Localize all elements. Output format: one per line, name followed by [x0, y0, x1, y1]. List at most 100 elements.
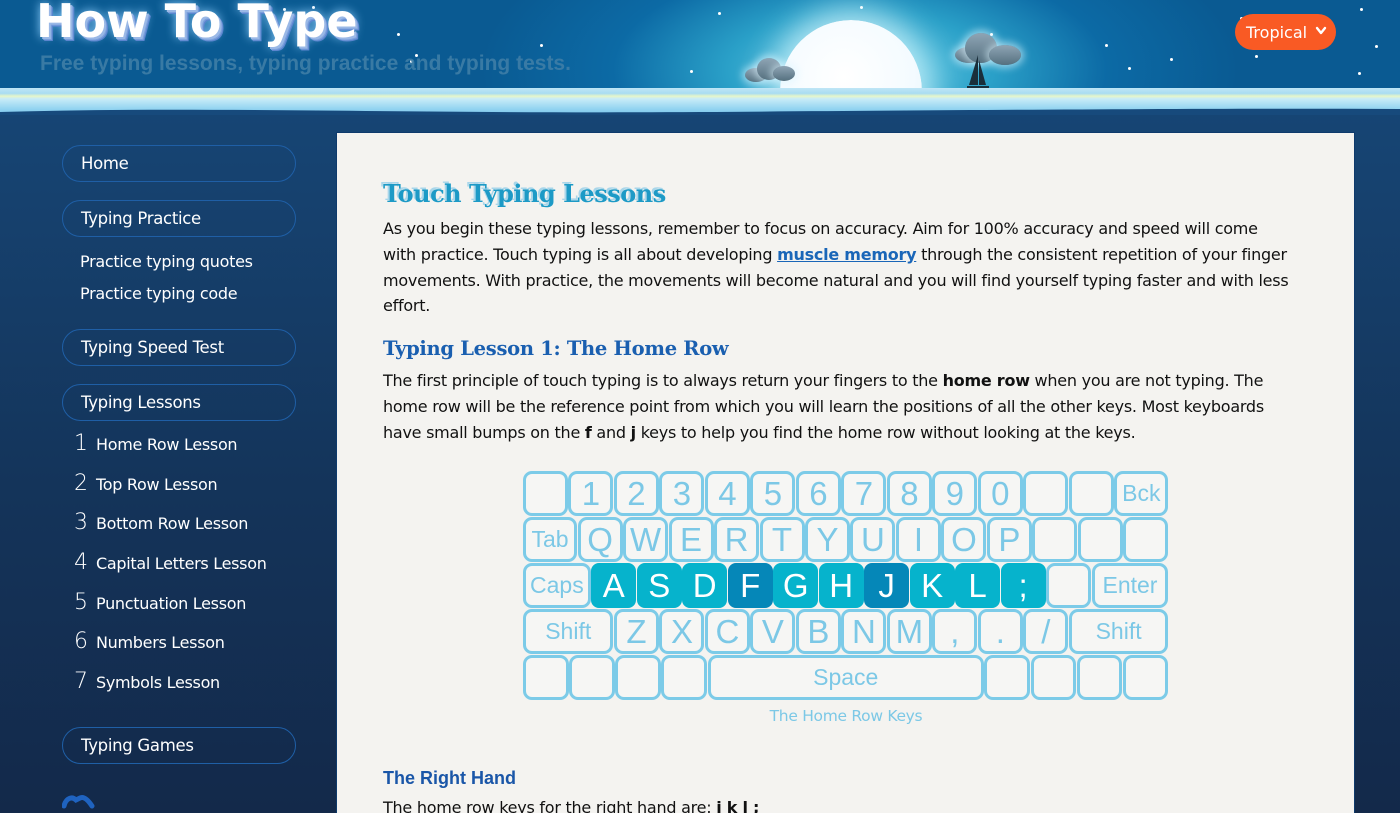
muscle-memory-link[interactable]: muscle memory: [777, 245, 916, 264]
keyboard-diagram: 1 2 3 4 5 6 7 8 9 0 Bck Tab Q W E R T Y U I O P Caps A S D F G H J K L;…: [523, 471, 1169, 701]
key-o: O: [941, 517, 987, 563]
key-i: I: [895, 517, 941, 563]
key-k: K: [909, 563, 955, 609]
lesson-number: 1: [74, 431, 88, 456]
key-blank: [1030, 655, 1077, 701]
key-1: 1: [568, 471, 614, 516]
nav-typing-lessons[interactable]: Typing Lessons: [62, 384, 296, 421]
lesson-label: Home Row Lesson: [96, 435, 238, 454]
key-c: C: [704, 609, 750, 655]
nav-home[interactable]: Home: [62, 145, 296, 182]
nav-lesson-3[interactable]: 3 Bottom Row Lesson: [62, 510, 296, 550]
key-8: 8: [886, 471, 932, 516]
key-blank: [1077, 517, 1123, 563]
keyboard-row: Shift Z X C V B N M,. / Shift: [523, 609, 1169, 655]
lesson-number: 2: [74, 470, 88, 496]
nav-typing-practice[interactable]: Typing Practice: [62, 200, 296, 237]
nav-lesson-1[interactable]: 1 Home Row Lesson: [62, 431, 296, 471]
chevron-down-icon: [1315, 26, 1327, 35]
key-y: Y: [805, 517, 850, 563]
right-hand-heading: The Right Hand: [383, 767, 516, 788]
key-j: J: [864, 563, 910, 609]
key-blank: [1046, 563, 1092, 609]
key-u: U: [850, 517, 896, 563]
star-decoration: [1170, 58, 1173, 61]
site-header: How To Type Free typing lessons, typing …: [0, 0, 1400, 115]
key-7: 7: [841, 471, 887, 516]
keyboard-row: Tab Q W E R T Y U I O P: [523, 517, 1169, 563]
nav-practice-code[interactable]: Practice typing code: [62, 279, 296, 319]
key-enter: Enter: [1091, 563, 1169, 609]
key-w: W: [623, 517, 669, 563]
key-g: G: [773, 563, 819, 609]
nav-lesson-2[interactable]: 2 Top Row Lesson: [62, 471, 296, 511]
key-blank: [984, 655, 1031, 701]
nav-lesson-6[interactable]: 6 Numbers Lesson: [62, 629, 296, 669]
lesson-number: 3: [74, 510, 88, 536]
lesson-number: 7: [74, 669, 88, 695]
star-decoration: [1105, 44, 1108, 47]
right-hand-paragraph: The home row keys for the right hand are…: [383, 795, 1293, 813]
key-shift: Shift: [523, 609, 614, 655]
site-tagline: Free typing lessons, typing practice and…: [40, 52, 571, 75]
key-period: .: [977, 609, 1023, 655]
key-slash: /: [1023, 609, 1069, 655]
key-a: A: [591, 563, 637, 609]
keyboard-row: Space: [523, 655, 1169, 701]
star-decoration: [718, 12, 721, 15]
key-blank: [523, 655, 569, 701]
key-shift: Shift: [1068, 609, 1169, 655]
key-m: M: [886, 609, 932, 655]
keyboard-row: 1 2 3 4 5 6 7 8 9 0 Bck: [523, 471, 1169, 517]
theme-select-value: Tropical: [1246, 22, 1308, 42]
star-decoration: [397, 33, 400, 36]
sidebar-nav: Home Typing Practice Practice typing quo…: [62, 145, 296, 782]
key-blank: [1122, 655, 1169, 701]
star-decoration: [1255, 55, 1258, 58]
intro-paragraph: As you begin these typing lessons, remem…: [383, 219, 1289, 316]
hands-logo-icon: [62, 795, 95, 809]
key-blank: [523, 471, 568, 516]
site-title[interactable]: How To Type: [36, 0, 358, 48]
key-5: 5: [750, 471, 796, 516]
key-t: T: [759, 517, 805, 563]
key-blank: [615, 655, 661, 701]
key-tab: Tab: [523, 517, 578, 563]
key-2: 2: [613, 471, 659, 516]
key-blank: [1068, 471, 1114, 516]
nav-lesson-4[interactable]: 4 Capital Letters Lesson: [62, 550, 296, 590]
key-r: R: [714, 517, 760, 563]
keyboard-caption: The Home Row Keys: [769, 707, 923, 725]
key-bck: Bck: [1114, 471, 1169, 516]
key-0: 0: [977, 471, 1023, 516]
key-e: E: [668, 517, 714, 563]
theme-select[interactable]: Tropical: [1235, 14, 1336, 50]
nav-typing-games[interactable]: Typing Games: [62, 726, 296, 764]
key-b: B: [795, 609, 841, 655]
lesson-label: Punctuation Lesson: [96, 593, 247, 613]
key-blank: [569, 655, 615, 701]
key-blank: [1032, 517, 1078, 563]
lesson-label: Capital Letters Lesson: [96, 554, 267, 574]
lesson-number: 5: [74, 589, 88, 615]
key-9: 9: [932, 471, 978, 516]
nav-typing-speed-test[interactable]: Typing Speed Test: [62, 329, 296, 366]
key-q: Q: [577, 517, 623, 563]
nav-lesson-5[interactable]: 5 Punctuation Lesson: [62, 590, 296, 630]
key-blank: [1123, 517, 1169, 563]
key-semicolon: ;: [1000, 563, 1046, 609]
lesson-label: Symbols Lesson: [96, 673, 220, 693]
key-z: Z: [613, 609, 659, 655]
key-4: 4: [704, 471, 750, 516]
key-v: V: [750, 609, 796, 655]
star-decoration: [540, 44, 543, 47]
key-blank: [1076, 655, 1123, 701]
key-p: P: [986, 517, 1032, 563]
nav-lesson-7[interactable]: 7 Symbols Lesson: [62, 669, 296, 709]
key-blank: [1023, 471, 1069, 516]
lesson-paragraph: The first principle of touch typing is t…: [383, 371, 1264, 442]
key-l: L: [955, 563, 1001, 609]
lesson-list: 1 Home Row Lesson 2 Top Row Lesson 3 Bottom…: [62, 431, 296, 709]
star-decoration: [860, 6, 863, 9]
page-title: Touch Typing Lessons: [383, 179, 666, 208]
